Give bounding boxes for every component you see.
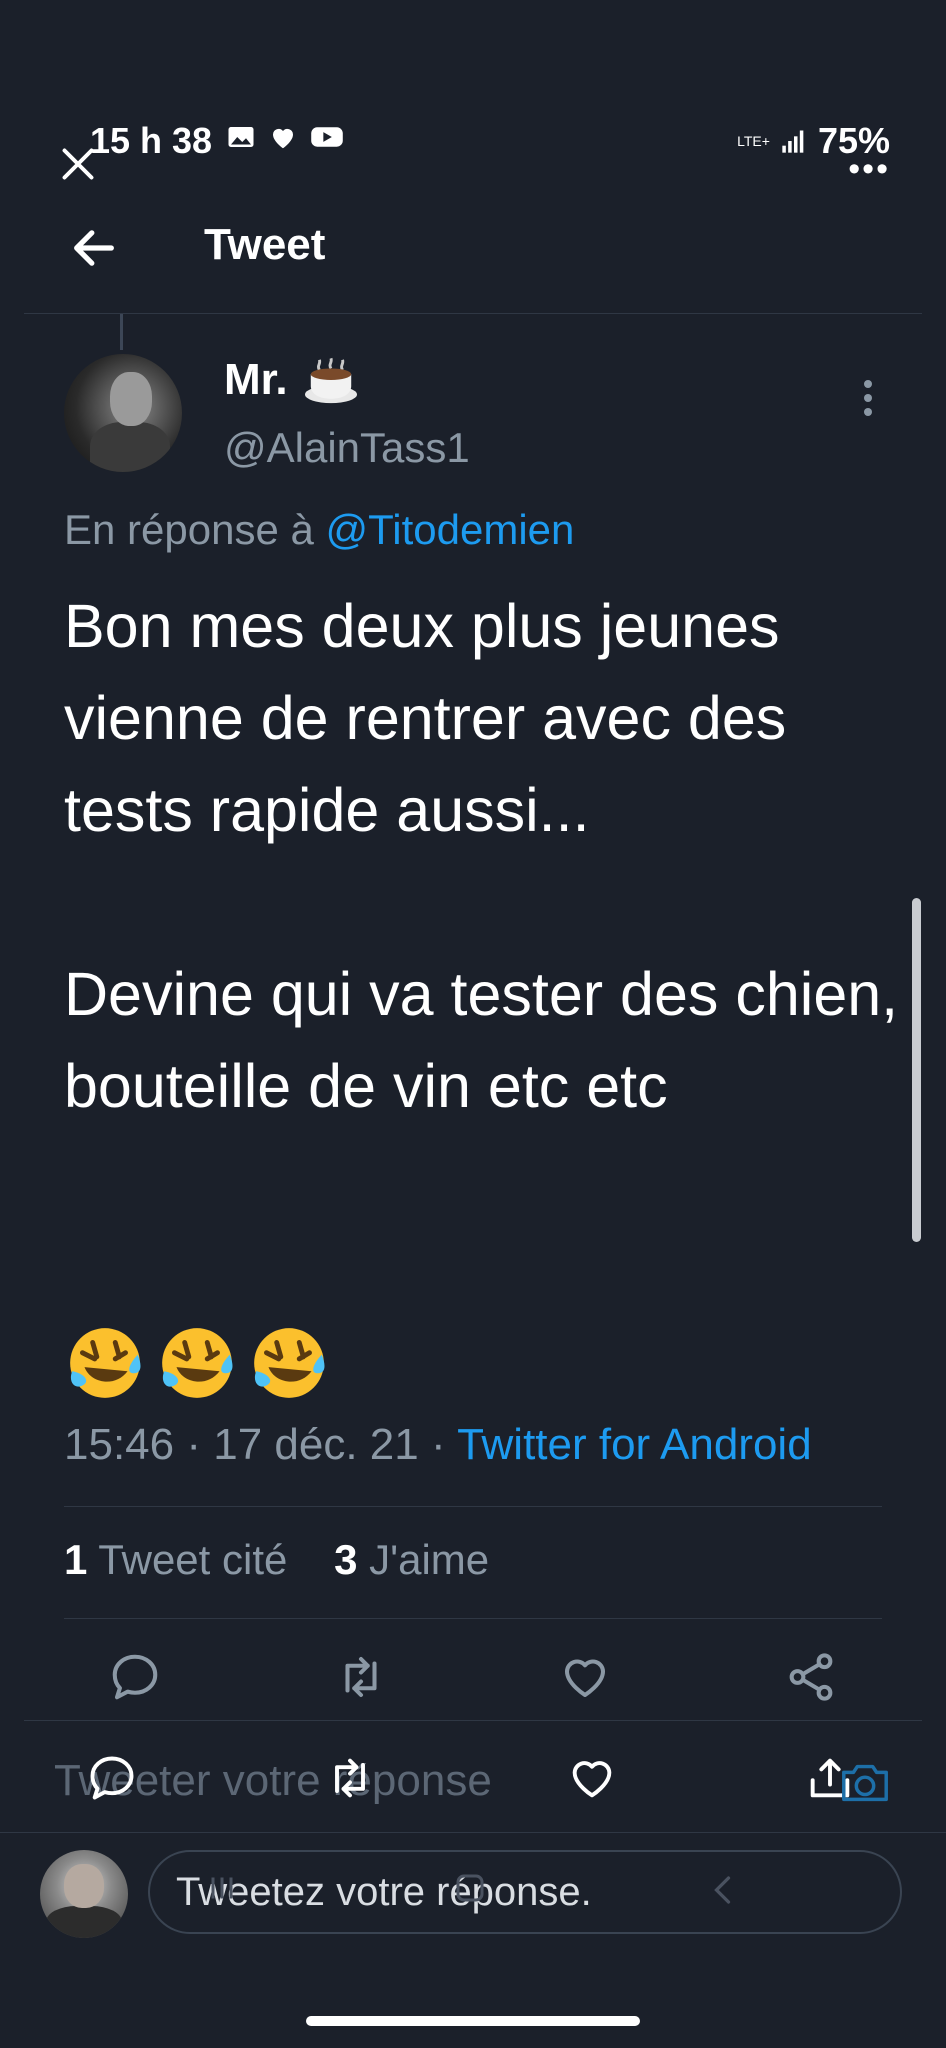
notification-icons — [226, 122, 344, 152]
quote-label: Tweet cité — [98, 1536, 288, 1583]
divider — [24, 1720, 922, 1721]
divider — [24, 313, 922, 314]
avatar-head — [64, 1864, 104, 1908]
quote-tweets-stat[interactable]: 1 Tweet cité — [64, 1536, 287, 1583]
back-nav-icon — [714, 1876, 731, 1904]
status-time: 15 h 38 — [90, 120, 213, 161]
retweet-icon[interactable] — [334, 1650, 388, 1704]
divider — [0, 1832, 946, 1833]
likes-label: J'aime — [369, 1536, 490, 1583]
divider — [64, 1506, 882, 1507]
author-name-row[interactable]: Mr. — [224, 354, 360, 406]
reply-mention-link[interactable]: @Titodemien — [326, 506, 575, 553]
like-icon[interactable] — [558, 1650, 612, 1704]
reply-icon[interactable] — [86, 1752, 138, 1804]
rofl-emoji-icon — [254, 1328, 325, 1398]
home-indicator[interactable] — [306, 2016, 640, 2026]
divider — [64, 1618, 882, 1619]
reply-icon[interactable] — [108, 1650, 162, 1704]
avatar-body — [46, 1906, 122, 1938]
tweet-date: 17 déc. 21 — [213, 1420, 419, 1469]
quote-count: 1 — [64, 1536, 88, 1583]
heart-icon — [273, 128, 293, 149]
current-user-avatar[interactable] — [40, 1850, 128, 1938]
author-handle[interactable]: @AlainTass1 — [224, 424, 470, 472]
meta-separator: · — [186, 1420, 201, 1469]
retweet-icon[interactable] — [324, 1752, 376, 1804]
status-bar: 15 h 38 LTE+ 75% — [90, 120, 890, 168]
image-icon — [228, 127, 254, 147]
kebab-menu-icon[interactable] — [862, 378, 874, 418]
tweet-source-link[interactable]: Twitter for Android — [457, 1420, 812, 1469]
rofl-emoji-icon — [162, 1328, 233, 1398]
tweet-metadata: 15:46 · 17 déc. 21 · Twitter for Android — [64, 1420, 812, 1470]
page-title: Tweet — [204, 220, 326, 269]
youtube-icon — [311, 127, 343, 147]
meta-separator: · — [430, 1420, 446, 1469]
signal-icon — [782, 130, 804, 153]
thread-line — [120, 314, 123, 350]
recent-apps-icon — [211, 1877, 233, 1899]
avatar-head — [110, 372, 152, 426]
home-icon — [456, 1874, 484, 1902]
top-bar: Tweet — [0, 210, 946, 290]
likes-stat[interactable]: 3 J'aime — [334, 1536, 489, 1583]
reply-prefix: En réponse à — [64, 506, 314, 553]
reply-context: En réponse à @Titodemien — [64, 506, 574, 554]
likes-count: 3 — [334, 1536, 358, 1583]
rofl-emoji-icon — [70, 1328, 141, 1398]
author-avatar[interactable] — [64, 354, 182, 472]
tweet-time: 15:46 — [64, 1420, 175, 1469]
more-icon[interactable]: ••• — [848, 150, 890, 189]
close-icon[interactable] — [60, 146, 96, 182]
share-icon[interactable] — [784, 1650, 838, 1704]
network-type: LTE+ — [737, 133, 770, 149]
emoji-row — [64, 1322, 330, 1404]
scrollbar[interactable] — [912, 898, 921, 1242]
camera-icon[interactable] — [838, 1758, 892, 1806]
avatar-body — [90, 422, 170, 472]
tweet-stats: 1 Tweet cité 3 J'aime — [64, 1536, 489, 1584]
back-arrow-icon[interactable] — [68, 222, 120, 274]
like-icon[interactable] — [566, 1752, 618, 1804]
tweet-body: Bon mes deux plus jeunes vienne de rentr… — [64, 592, 899, 1120]
author-display-name: Mr. — [224, 355, 288, 404]
coffee-cup-icon — [304, 357, 357, 404]
